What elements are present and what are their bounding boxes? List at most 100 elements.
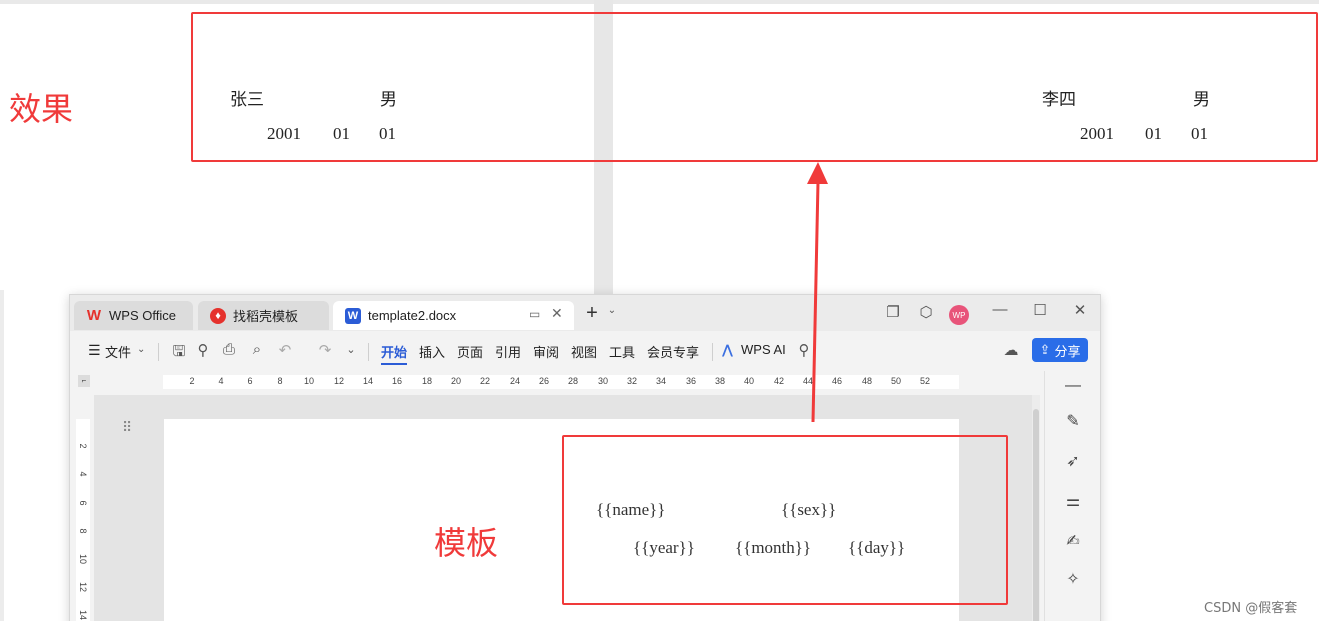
arrow-annotation — [807, 162, 828, 423]
tab-label: WPS Office — [109, 308, 176, 323]
wps-logo-icon: W — [86, 307, 102, 324]
tab-member[interactable]: 会员专享 — [647, 342, 699, 361]
ruler-tick: 14 — [362, 376, 374, 386]
template-label: 模板 — [434, 524, 499, 562]
ruler-tick: 12 — [333, 376, 345, 386]
tab-tools[interactable]: 工具 — [609, 342, 635, 361]
print-preview-icon[interactable]: ⌕ — [248, 341, 266, 358]
wps-ai-icon: ⋀ — [722, 342, 733, 357]
ruler-tick: 30 — [597, 376, 609, 386]
vertical-ruler[interactable]: 2 4 6 8 10 12 14 — [76, 419, 90, 621]
tab-wps-office[interactable]: W WPS Office — [74, 301, 193, 330]
tab-view[interactable]: 视图 — [571, 342, 597, 361]
word-doc-icon: W — [345, 307, 361, 324]
ruler-tick: 50 — [890, 376, 902, 386]
active-tab-indicator — [381, 363, 407, 365]
redo-icon[interactable]: ↷ — [316, 341, 334, 359]
toolbar: ☰ 文件 ⌄ 🖫 ⚲ ⎙ ⌕ ↶ ↷ ⌄ 开始 插入 页面 引用 审阅 视图 工… — [70, 331, 1100, 371]
share-button[interactable]: ⇪ 分享 — [1032, 338, 1088, 362]
undo-icon[interactable]: ↶ — [276, 341, 294, 359]
share-label: 分享 — [1054, 343, 1081, 359]
chevron-down-icon[interactable]: ⌄ — [342, 343, 360, 356]
ruler-tick: 52 — [919, 376, 931, 386]
ruler-tick: 42 — [773, 376, 785, 386]
cube-icon[interactable]: ⬡ — [916, 303, 936, 321]
ruler-tick: 10 — [78, 553, 88, 564]
avatar[interactable]: WP — [949, 305, 969, 325]
ruler-tick: 28 — [567, 376, 579, 386]
watermark: CSDN @假客套 — [1204, 601, 1298, 616]
window-list-icon[interactable]: ❐ — [883, 303, 903, 321]
ruler-tick: 8 — [277, 376, 283, 386]
ruler-tick: 4 — [78, 471, 88, 477]
maximize-icon[interactable]: ☐ — [1030, 301, 1050, 319]
effect-label: 效果 — [9, 90, 74, 128]
page-top-edge — [613, 0, 1319, 4]
divider — [158, 343, 159, 361]
ruler-tick: 22 — [479, 376, 491, 386]
close-window-icon[interactable]: ✕ — [1070, 301, 1090, 319]
ruler-tick: 18 — [421, 376, 433, 386]
tab-insert[interactable]: 插入 — [419, 342, 445, 361]
minimize-icon[interactable]: — — [990, 301, 1010, 318]
new-tab-icon[interactable]: + — [582, 302, 602, 325]
ruler-tick: 6 — [78, 500, 88, 506]
arrow-head — [807, 162, 828, 184]
sliders-icon[interactable]: ⚌ — [1063, 491, 1083, 511]
tab-label: template2.docx — [368, 308, 457, 323]
ruler-tick: 10 — [303, 376, 315, 386]
edit-icon[interactable]: ✍ — [1063, 531, 1083, 551]
format-painter-icon[interactable]: ⚲ — [194, 341, 212, 359]
ruler-tick: 8 — [78, 528, 88, 534]
tab-stop-icon[interactable]: ⌐ — [78, 375, 90, 387]
scrollbar-thumb[interactable] — [1033, 409, 1039, 621]
ruler-tick: 20 — [450, 376, 462, 386]
template-highlight-box — [562, 435, 1008, 605]
tab-reference[interactable]: 引用 — [495, 342, 521, 361]
ruler-tick: 24 — [509, 376, 521, 386]
tab-review[interactable]: 审阅 — [533, 342, 559, 361]
tab-docer[interactable]: ♦ 找稻壳模板 — [198, 301, 329, 330]
drag-handle-icon[interactable]: ⠿ — [122, 419, 132, 436]
tab-home[interactable]: 开始 — [381, 342, 407, 361]
tab-page[interactable]: 页面 — [457, 342, 483, 361]
arrow-shaft — [811, 181, 820, 423]
print-icon[interactable]: ⎙ — [220, 341, 238, 358]
collapse-icon[interactable]: — — [1063, 377, 1083, 395]
ruler-tick: 26 — [538, 376, 550, 386]
screen-icon[interactable]: ▭ — [529, 307, 540, 321]
comment-icon[interactable]: ☁ — [1002, 341, 1020, 359]
ruler-tick: 38 — [714, 376, 726, 386]
ruler-tick: 36 — [685, 376, 697, 386]
vertical-scrollbar[interactable] — [1032, 395, 1040, 621]
share-icon: ⇪ — [1039, 342, 1051, 357]
ruler-tick: 48 — [861, 376, 873, 386]
tools-icon[interactable]: ✧ — [1063, 569, 1083, 589]
cursor-icon[interactable]: ➶ — [1063, 451, 1083, 471]
ruler-tick: 2 — [189, 376, 195, 386]
close-tab-icon[interactable]: ✕ — [551, 305, 563, 322]
ruler-tick: 6 — [247, 376, 253, 386]
ruler-tick: 34 — [655, 376, 667, 386]
effect-highlight-box — [191, 12, 1318, 162]
ruler-tick: 32 — [626, 376, 638, 386]
menu-icon[interactable]: ☰ — [88, 342, 101, 359]
page-left-edge — [0, 290, 4, 621]
file-menu[interactable]: 文件 — [105, 342, 131, 361]
ruler-tick: 12 — [78, 581, 88, 592]
page-top-edge — [0, 0, 594, 4]
tab-template2[interactable]: W template2.docx ▭ ✕ — [333, 301, 574, 330]
chevron-down-icon[interactable]: ⌄ — [602, 305, 622, 316]
ruler-tick: 40 — [743, 376, 755, 386]
right-side-panel: — ✎ ➶ ⚌ ✍ ✧ — [1044, 371, 1100, 621]
chevron-down-icon[interactable]: ⌄ — [137, 344, 145, 355]
ruler-tick: 2 — [78, 443, 88, 449]
divider — [712, 343, 713, 361]
tab-label: 找稻壳模板 — [233, 309, 299, 324]
wps-ai-button[interactable]: WPS AI — [741, 342, 786, 357]
pen-icon[interactable]: ✎ — [1063, 411, 1083, 431]
tab-bar: W WPS Office ♦ 找稻壳模板 W template2.docx ▭ … — [70, 295, 1100, 331]
ruler-tick: 16 — [391, 376, 403, 386]
save-icon[interactable]: 🖫 — [170, 341, 188, 366]
ruler-tick: 14 — [78, 609, 88, 620]
